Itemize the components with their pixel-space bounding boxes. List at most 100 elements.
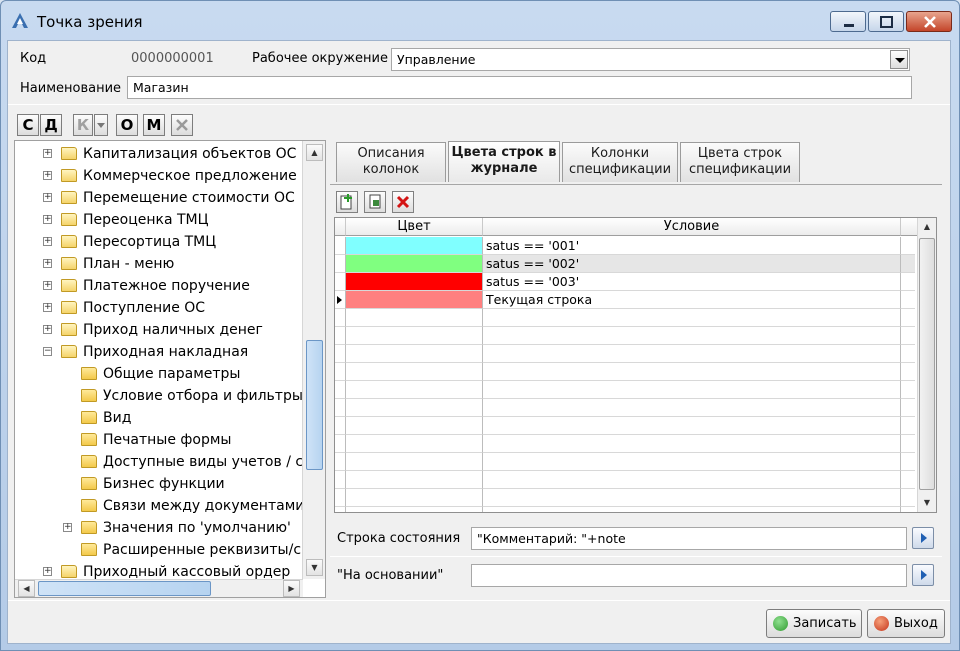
grid-header-color[interactable]: Цвет <box>346 218 483 236</box>
tree-item[interactable]: + Платежное поручение <box>15 275 301 297</box>
tree-item[interactable]: Общие параметры <box>15 363 301 385</box>
expand-icon[interactable]: + <box>43 215 52 224</box>
exit-button[interactable]: Выход <box>867 609 945 638</box>
row-indicator[interactable] <box>335 273 346 291</box>
table-row[interactable]: satus == '003' <box>335 273 917 291</box>
expand-icon[interactable]: + <box>43 193 52 202</box>
exit-icon <box>874 616 889 631</box>
name-field[interactable]: Магазин <box>127 76 912 99</box>
copy-row-button[interactable] <box>364 191 386 213</box>
toolbar-button-k[interactable]: К <box>73 114 93 136</box>
tree-item[interactable]: Связи между документами <box>15 495 304 517</box>
save-button[interactable]: Записать <box>766 609 862 638</box>
row-indicator <box>335 417 346 435</box>
tab-spec-columns[interactable]: Колонки спецификации <box>562 142 678 182</box>
empty-row <box>335 453 917 471</box>
expand-icon[interactable]: + <box>63 523 72 532</box>
tree-item[interactable]: Печатные формы <box>15 429 301 451</box>
scroll-down-button[interactable]: ▼ <box>306 559 323 576</box>
tree-item[interactable]: + Коммерческое предложение <box>15 165 301 187</box>
toolbar-button-d[interactable]: Д <box>40 114 62 136</box>
tree-horizontal-scrollbar[interactable]: ◀ ▶ <box>15 579 303 597</box>
row-indicator[interactable] <box>335 237 346 255</box>
expand-icon[interactable]: + <box>43 325 52 334</box>
expand-icon[interactable]: + <box>43 237 52 246</box>
env-dropdown-button[interactable] <box>890 50 908 69</box>
env-combobox[interactable]: Управление <box>391 48 910 71</box>
expand-icon[interactable]: + <box>43 171 52 180</box>
scroll-left-button[interactable]: ◀ <box>18 580 35 597</box>
condition-cell[interactable]: Текущая строка <box>483 291 901 309</box>
tree-item[interactable]: − Приходная накладная <box>15 341 301 363</box>
tab-journal-row-colors[interactable]: Цвета строк в журнале <box>448 141 560 182</box>
tree-item[interactable]: + Пересортица ТМЦ <box>15 231 301 253</box>
basis-edit-button[interactable] <box>912 564 934 586</box>
minimize-button[interactable] <box>830 11 866 32</box>
table-row[interactable]: satus == '002' <box>335 255 917 273</box>
row-colors-grid[interactable]: Цвет Условие satus == '001' satus == '002… <box>334 217 937 513</box>
toolbar-button-delete[interactable] <box>171 114 193 136</box>
color-cell <box>346 309 483 327</box>
toolbar-button-o[interactable]: О <box>116 114 138 136</box>
delete-row-button[interactable] <box>392 191 414 213</box>
condition-cell[interactable]: satus == '002' <box>483 255 901 273</box>
color-cell[interactable] <box>346 237 483 255</box>
extra-cell <box>901 435 915 453</box>
basis-field[interactable] <box>471 564 907 587</box>
tree-item[interactable]: Вид <box>15 407 301 429</box>
grid-vertical-scrollbar[interactable]: ▲ ▼ <box>917 218 936 512</box>
tree-item[interactable]: + Перемещение стоимости ОС <box>15 187 301 209</box>
extra-cell <box>901 327 915 345</box>
color-cell[interactable] <box>346 273 483 291</box>
tree-item[interactable]: Бизнес функции <box>15 473 301 495</box>
grid-scroll-down-button[interactable]: ▼ <box>919 495 935 511</box>
tree-item[interactable]: + Поступление ОС <box>15 297 301 319</box>
condition-cell[interactable]: satus == '001' <box>483 237 901 255</box>
toolbar-button-m[interactable]: М <box>143 114 165 136</box>
scroll-right-button[interactable]: ▶ <box>283 580 300 597</box>
tree-item[interactable]: Расширенные реквизиты/сво <box>15 539 318 561</box>
tree-item[interactable]: + Значения по 'умолчанию' <box>15 517 301 539</box>
expand-icon[interactable]: + <box>43 259 52 268</box>
tree-item[interactable]: Доступные виды учетов / ста <box>15 451 320 473</box>
tab-spec-row-colors[interactable]: Цвета строк спецификации <box>680 142 800 182</box>
tree-item[interactable]: + План - меню <box>15 253 301 275</box>
hscroll-thumb[interactable] <box>38 581 211 596</box>
table-row[interactable]: satus == '001' <box>335 237 917 255</box>
folder-icon <box>81 433 97 446</box>
expand-icon[interactable]: + <box>43 149 52 158</box>
tree-item[interactable]: + Переоценка ТМЦ <box>15 209 301 231</box>
row-indicator[interactable] <box>335 255 346 273</box>
tree-item[interactable]: + Приход наличных денег <box>15 319 301 341</box>
empty-row <box>335 309 917 327</box>
close-icon <box>924 16 936 28</box>
toolbar-button-s[interactable]: С <box>17 114 39 136</box>
table-row[interactable]: Текущая строка <box>335 291 917 309</box>
tree-item[interactable]: Условие отбора и фильтры <box>15 385 303 407</box>
collapse-icon[interactable]: − <box>43 347 52 356</box>
row-indicator[interactable] <box>335 291 346 309</box>
grid-scroll-up-button[interactable]: ▲ <box>919 219 935 235</box>
status-line-edit-button[interactable] <box>912 527 934 549</box>
scroll-thumb[interactable] <box>306 340 323 470</box>
grid-scroll-thumb[interactable] <box>919 238 935 490</box>
empty-row <box>335 363 917 381</box>
status-line-field[interactable]: "Комментарий: "+note <box>471 527 907 550</box>
color-cell[interactable] <box>346 255 483 273</box>
expand-icon[interactable]: + <box>43 567 52 576</box>
condition-cell[interactable]: satus == '003' <box>483 273 901 291</box>
tree-item[interactable]: + Капитализация объектов ОС <box>15 143 301 165</box>
add-row-button[interactable] <box>336 191 358 213</box>
toolbar-k-dropdown[interactable] <box>94 114 108 136</box>
tree-vertical-scrollbar[interactable]: ▲ ▼ <box>302 141 325 579</box>
tab-column-descriptions[interactable]: Описания колонок <box>336 142 446 182</box>
maximize-button[interactable] <box>868 11 904 32</box>
grid-header-condition[interactable]: Условие <box>483 218 901 236</box>
scroll-up-button[interactable]: ▲ <box>306 144 323 161</box>
tree-view[interactable]: + Капитализация объектов ОС + Коммерческое … <box>14 140 326 598</box>
tree-item-label: Приход наличных денег <box>83 322 263 338</box>
close-button[interactable] <box>906 11 952 32</box>
expand-icon[interactable]: + <box>43 281 52 290</box>
expand-icon[interactable]: + <box>43 303 52 312</box>
color-cell[interactable] <box>346 291 483 309</box>
